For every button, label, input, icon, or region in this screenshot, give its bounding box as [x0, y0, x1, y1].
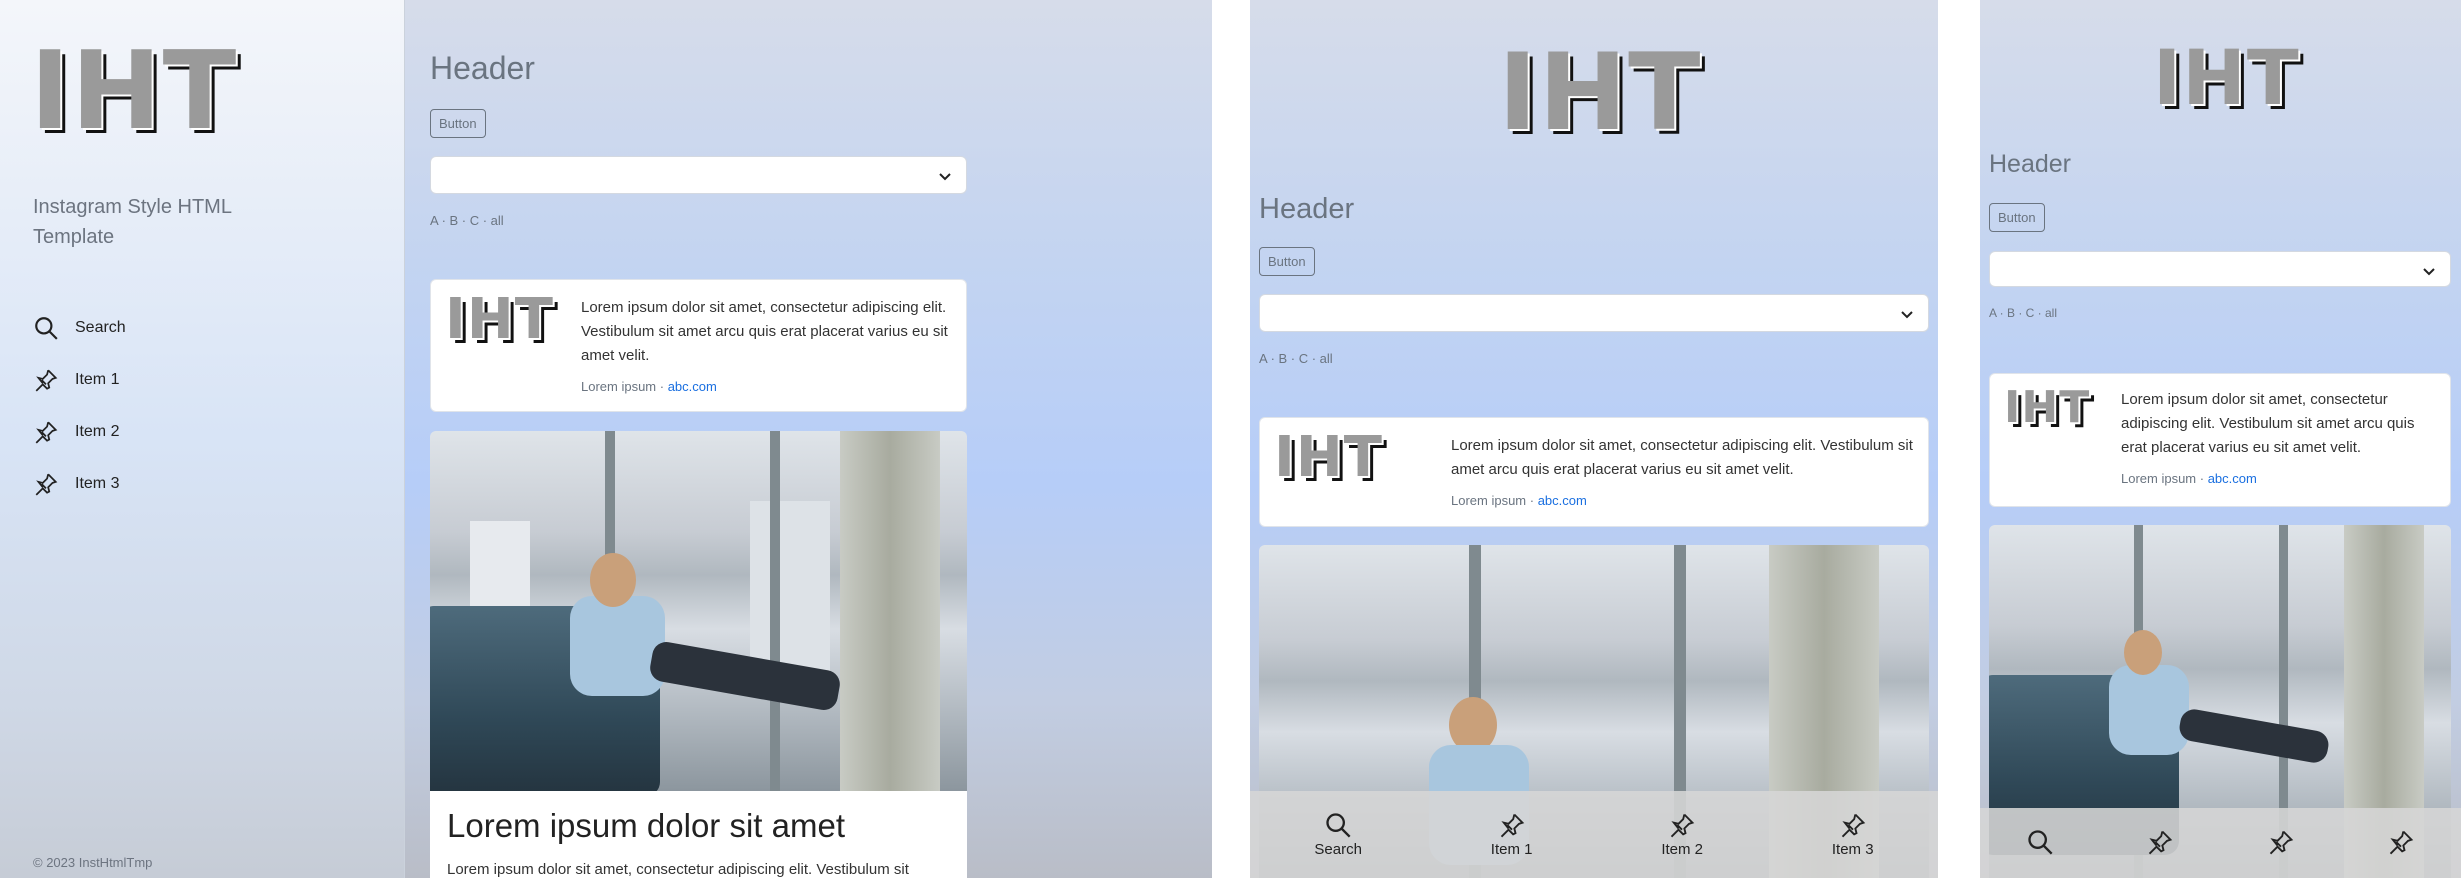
card-meta: Lorem ipsum · abc.com: [1451, 493, 1587, 508]
pin-icon: [1671, 813, 1695, 838]
card-meta-text: Lorem ipsum ·: [581, 379, 668, 394]
sidebar-nav: Search Item 1 Item 2 Item 3: [33, 302, 126, 510]
brand-logo[interactable]: IHT: [30, 38, 237, 146]
post-image[interactable]: [430, 431, 967, 791]
bottom-nav: Search Item 1 Item 2 Item 3: [1250, 791, 1938, 878]
pin-icon: [35, 473, 58, 496]
sidebar-item-search[interactable]: Search: [33, 302, 126, 354]
post-card: IHT Lorem ipsum dolor sit amet, consecte…: [1259, 417, 1929, 527]
sidebar-item-3[interactable]: Item 3: [33, 458, 126, 510]
filter-select[interactable]: [1259, 294, 1929, 332]
person: [2109, 665, 2189, 755]
post-body: Lorem ipsum dolor sit amet Lorem ipsum d…: [430, 791, 967, 878]
search-icon: [1326, 813, 1351, 838]
bottom-nav-label: Search: [1314, 841, 1362, 858]
bottom-nav-item-2[interactable]: [2267, 828, 2295, 858]
pin-icon: [1841, 813, 1865, 838]
bottom-nav-label: Item 2: [1661, 841, 1704, 858]
mobile-view: IHT Header Button A · B · C · all IHT Lo…: [1980, 0, 2461, 878]
bottom-nav-item-2[interactable]: Item 2: [1661, 811, 1703, 858]
pin-icon: [35, 369, 58, 392]
bottom-nav-search[interactable]: [2026, 828, 2054, 858]
card-text: Lorem ipsum dolor sit amet, consectetur …: [1451, 437, 1913, 478]
bottom-nav-item-1[interactable]: Item 1: [1490, 811, 1533, 858]
card-meta-text: Lorem ipsum ·: [1451, 493, 1538, 508]
sidebar-item-label: Item 1: [75, 371, 120, 388]
pin-icon: [2389, 830, 2414, 855]
post-text: Lorem ipsum dolor sit amet, consectetur …: [447, 861, 909, 878]
bottom-nav: [1980, 808, 2461, 878]
person: [570, 596, 665, 696]
person-head: [2124, 630, 2162, 675]
card-text: Lorem ipsum dolor sit amet, consectetur …: [581, 299, 948, 364]
chevron-down-icon: [1901, 311, 1913, 319]
search-icon: [2028, 830, 2053, 855]
card-logo: IHT: [445, 287, 554, 352]
chevron-down-icon: [939, 173, 951, 181]
brand-logo[interactable]: IHT: [2153, 40, 2300, 116]
sidebar: IHT Instagram Style HTML Template Search…: [0, 0, 405, 878]
filter-select[interactable]: [1989, 251, 2451, 287]
pin-icon: [2269, 830, 2293, 855]
sidebar-item-label: Item 2: [75, 423, 120, 440]
card-meta: Lorem ipsum · abc.com: [2121, 471, 2257, 486]
post-title: Lorem ipsum dolor sit amet: [447, 807, 845, 844]
filter-links[interactable]: A · B · C · all: [430, 213, 504, 228]
post-card: IHT Lorem ipsum dolor sit amet, consecte…: [1989, 373, 2451, 507]
card-link[interactable]: abc.com: [2208, 471, 2257, 486]
pin-icon: [1500, 813, 1524, 838]
brand-tagline: Instagram Style HTML Template: [33, 196, 232, 248]
page-title: Header: [1989, 150, 2071, 178]
card-logo: IHT: [1274, 425, 1383, 490]
bottom-nav-item-3[interactable]: Item 3: [1832, 811, 1874, 858]
curtain: [840, 431, 940, 791]
bottom-nav-item-3[interactable]: [2387, 828, 2415, 858]
sidebar-item-label: Search: [75, 319, 126, 336]
card-meta: Lorem ipsum · abc.com: [581, 379, 717, 394]
chevron-down-icon: [2423, 268, 2435, 276]
filter-links[interactable]: A · B · C · all: [1259, 351, 1333, 366]
person-head: [590, 553, 636, 607]
primary-button[interactable]: Button: [1259, 247, 1315, 276]
bottom-nav-item-1[interactable]: [2146, 828, 2174, 858]
bottom-nav-label: Item 3: [1831, 841, 1874, 858]
tablet-view: IHT Header Button A · B · C · all IHT Lo…: [1250, 0, 1938, 878]
sidebar-item-2[interactable]: Item 2: [33, 406, 126, 458]
primary-button[interactable]: Button: [1989, 203, 2045, 232]
pin-icon: [2149, 830, 2173, 855]
window-frame: [770, 431, 780, 791]
filter-links[interactable]: A · B · C · all: [1989, 306, 2057, 320]
primary-button[interactable]: Button: [430, 109, 486, 138]
desktop-view: IHT Instagram Style HTML Template Search…: [0, 0, 1212, 878]
card-meta-text: Lorem ipsum ·: [2121, 471, 2208, 486]
page-title: Header: [430, 50, 535, 86]
pin-icon: [35, 421, 58, 444]
sidebar-item-label: Item 3: [75, 475, 120, 492]
bottom-nav-search[interactable]: Search: [1314, 811, 1362, 858]
brand-logo[interactable]: IHT: [1498, 40, 1701, 146]
card-text: Lorem ipsum dolor sit amet, consectetur …: [2121, 391, 2415, 456]
card-link[interactable]: abc.com: [1538, 493, 1587, 508]
footer-copyright: © 2023 InstHtmlTmp: [33, 855, 153, 870]
page-title: Header: [1259, 193, 1355, 225]
search-icon: [35, 317, 58, 340]
filter-select[interactable]: [430, 156, 967, 194]
post-card: IHT Lorem ipsum dolor sit amet, consecte…: [430, 279, 967, 412]
building: [750, 501, 830, 681]
card-link[interactable]: abc.com: [668, 379, 717, 394]
sidebar-item-1[interactable]: Item 1: [33, 354, 126, 406]
bottom-nav-label: Item 1: [1490, 841, 1533, 858]
card-logo: IHT: [2004, 382, 2091, 433]
